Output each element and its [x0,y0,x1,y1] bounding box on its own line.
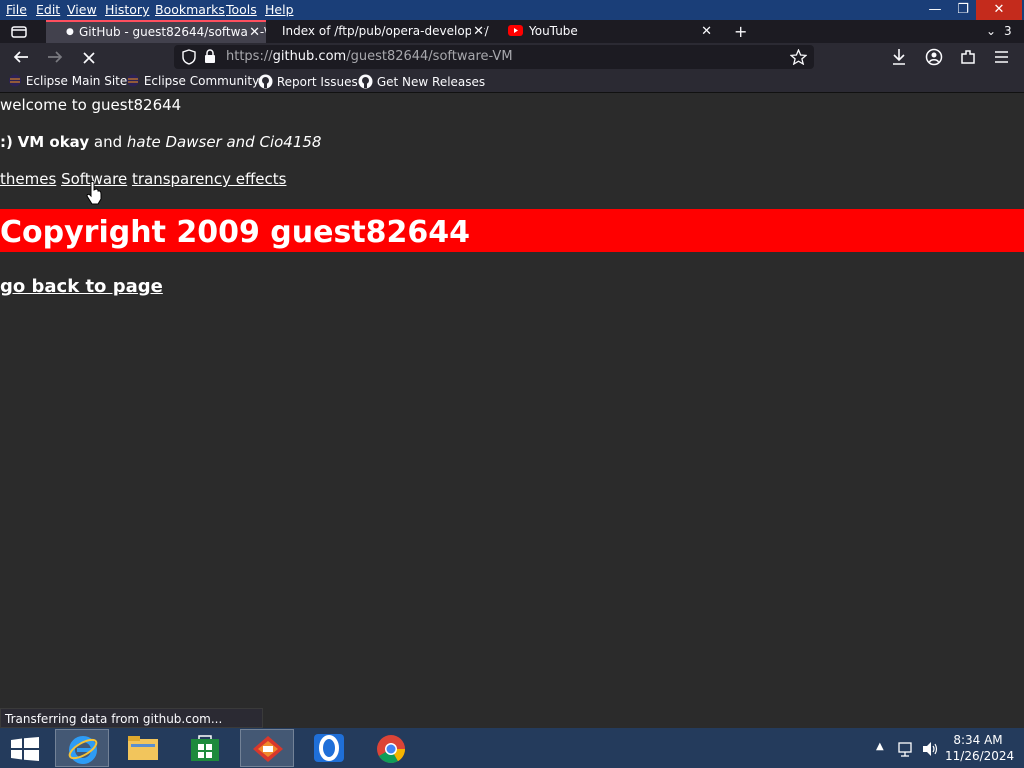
taskbar-opera[interactable] [302,729,356,767]
eclipse-icon [9,74,21,87]
bookmark-get-new-releases[interactable]: Get New Releases [358,74,485,89]
nav-bar: https://github.com/guest82644/software-V… [0,43,1024,72]
smiley: :) [0,133,13,151]
tab-ftp-index[interactable]: Index of /ftp/pub/opera-developer/ ✕ [268,20,490,43]
back-icon[interactable] [12,49,30,65]
youtube-icon [508,25,523,36]
tab-youtube[interactable]: YouTube ✕ [500,20,718,43]
clock-date[interactable]: 11/26/2024 [945,749,1014,763]
windows-start-icon[interactable] [11,737,39,761]
tab-dot-icon: ● [66,27,74,37]
and-text: and [93,133,123,151]
tab-list-icon[interactable] [10,24,28,39]
close-window-button[interactable]: ✕ [976,0,1022,20]
url-text[interactable]: https://github.com/guest82644/software-V… [226,49,513,64]
bookmark-report-issues[interactable]: Report Issues [258,74,358,89]
url-domain: github.com [272,49,347,64]
link-themes[interactable]: themes [0,170,56,188]
chevron-down-icon: ⌄ [986,24,997,38]
star-icon[interactable] [790,49,807,65]
menu-history[interactable]: History [105,2,149,17]
new-tab-button[interactable]: + [734,20,754,43]
hate-text: hate Dawser and Cio4158 [126,133,322,151]
tray-chevron-icon[interactable]: ▲ [876,741,884,752]
bookmark-label: Eclipse Main Site [25,74,128,88]
menu-tools[interactable]: Tools [226,2,257,17]
internet-explorer-icon [68,736,98,764]
bookmarks-bar: Eclipse Main Site Eclipse Community Repo… [0,72,1024,93]
vm-okay: VM okay [17,133,90,151]
tab-close-icon[interactable]: ✕ [247,22,260,43]
tab-overflow-button[interactable]: ⌄ 3 [986,20,1020,43]
eclipse-icon [127,74,139,87]
clock-time[interactable]: 8:34 AM [948,733,1008,747]
hamburger-menu-icon[interactable] [994,50,1009,64]
hand-cursor-icon [86,181,102,205]
status-bar: Transferring data from github.com... [0,708,263,728]
download-icon[interactable] [891,48,907,66]
bookmark-label: Eclipse Community [143,74,260,88]
tab-title: GitHub - guest82644/software-\ [79,25,266,39]
tab-close-icon[interactable]: ✕ [701,20,712,43]
menu-view[interactable]: View [67,2,97,17]
menu-edit[interactable]: Edit [36,2,60,17]
url-prefix: https:// [226,49,273,64]
tab-title: Index of /ftp/pub/opera-developer/ [282,24,489,38]
taskbar-ie[interactable] [55,729,109,767]
taskbar-store[interactable] [178,729,232,767]
store-icon [191,735,219,761]
back-link-wrap: go back to page [0,276,163,297]
go-back-link[interactable]: go back to page [0,276,163,297]
tab-bar: ● GitHub - guest82644/software-\ ✕ Index… [0,20,1024,43]
tab-count: 3 [1004,24,1012,38]
forward-icon[interactable] [46,49,64,65]
chrome-icon [377,735,405,763]
taskbar: ▲ 8:34 AM 11/26/2024 [0,728,1024,768]
speaker-icon[interactable] [921,741,939,757]
taskbar-firefox-dev[interactable] [240,729,294,767]
link-transparency-effects[interactable]: transparency effects [132,170,286,188]
extensions-icon[interactable] [959,48,977,66]
nav-links: themes Software transparency effects [0,170,286,188]
url-bar[interactable]: https://github.com/guest82644/software-V… [174,45,814,69]
restore-button[interactable]: ❐ [946,0,980,20]
github-icon [258,74,273,89]
copyright-text: Copyright 2009 guest82644 [0,215,471,250]
status-line: :) VM okay and hate Dawser and Cio4158 [0,133,321,151]
bookmark-eclipse-community[interactable]: Eclipse Community [126,74,259,88]
network-icon[interactable] [897,741,915,757]
tab-title: YouTube [529,24,578,38]
taskbar-file-explorer[interactable] [116,729,170,767]
menu-file[interactable]: File [6,2,27,17]
copyright-banner: Copyright 2009 guest82644 [0,209,1024,252]
tab-github[interactable]: ● GitHub - guest82644/software-\ ✕ [46,20,266,43]
welcome-text: welcome to guest82644 [0,96,182,114]
page-content: welcome to guest82644 :) VM okay and hat… [0,93,1024,728]
account-icon[interactable] [925,48,943,66]
github-icon [358,74,373,89]
bookmark-label: Get New Releases [376,75,486,89]
menu-help[interactable]: Help [265,2,294,17]
folder-icon [128,736,158,760]
stop-icon[interactable] [81,50,97,66]
opera-icon [314,734,344,762]
bookmark-label: Report Issues [276,75,358,89]
browser-app-icon [253,736,283,762]
shield-icon[interactable] [182,49,196,65]
menu-bar: File Edit View History Bookmarks Tools H… [0,0,1024,20]
bookmark-eclipse-main[interactable]: Eclipse Main Site [8,74,127,88]
menu-bookmarks[interactable]: Bookmarks [155,2,225,17]
lock-icon[interactable] [204,49,216,64]
taskbar-chrome[interactable] [364,729,418,767]
tab-close-icon[interactable]: ✕ [471,20,484,43]
url-path: /guest82644/software-VM [346,49,513,64]
